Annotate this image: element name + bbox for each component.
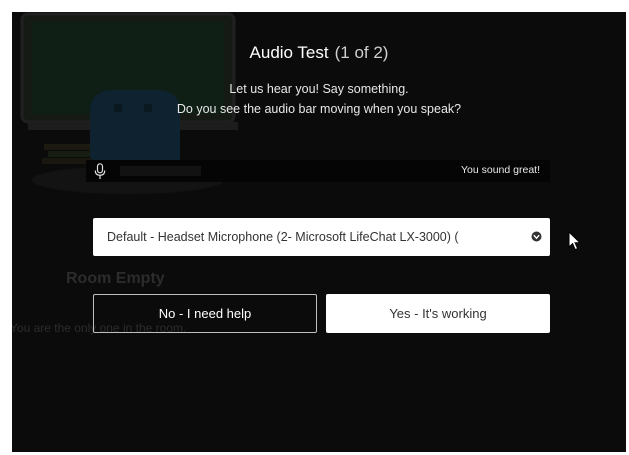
app-frame: Room Empty You are the only one in the r… <box>12 12 626 452</box>
audio-level-fill <box>120 166 201 176</box>
dialog-title: Audio Test <box>249 43 329 62</box>
audio-level-bar: You sound great! <box>86 160 550 182</box>
instruction-line-2: Do you see the audio bar moving when you… <box>176 102 462 116</box>
audio-test-dialog: Audio Test (1 of 2) Let us hear you! Say … <box>12 12 626 452</box>
instruction-line-1: Let us hear you! Say something. <box>229 82 409 96</box>
dialog-title-row: Audio Test (1 of 2) <box>12 43 626 63</box>
microphone-select[interactable]: Default - Headset Microphone (2- Microso… <box>93 218 550 256</box>
mouse-pointer-icon <box>568 231 582 251</box>
dialog-step-indicator: (1 of 2) <box>334 43 389 62</box>
its-working-button[interactable]: Yes - It's working <box>326 294 550 333</box>
microphone-select-value: Default - Headset Microphone (2- Microso… <box>107 230 459 244</box>
need-help-button[interactable]: No - I need help <box>93 294 317 333</box>
chevron-down-icon <box>531 231 542 242</box>
dialog-instructions: Let us hear you! Say something. Do you s… <box>12 79 626 119</box>
audio-feedback-text: You sound great! <box>460 164 540 176</box>
microphone-icon <box>94 163 106 179</box>
